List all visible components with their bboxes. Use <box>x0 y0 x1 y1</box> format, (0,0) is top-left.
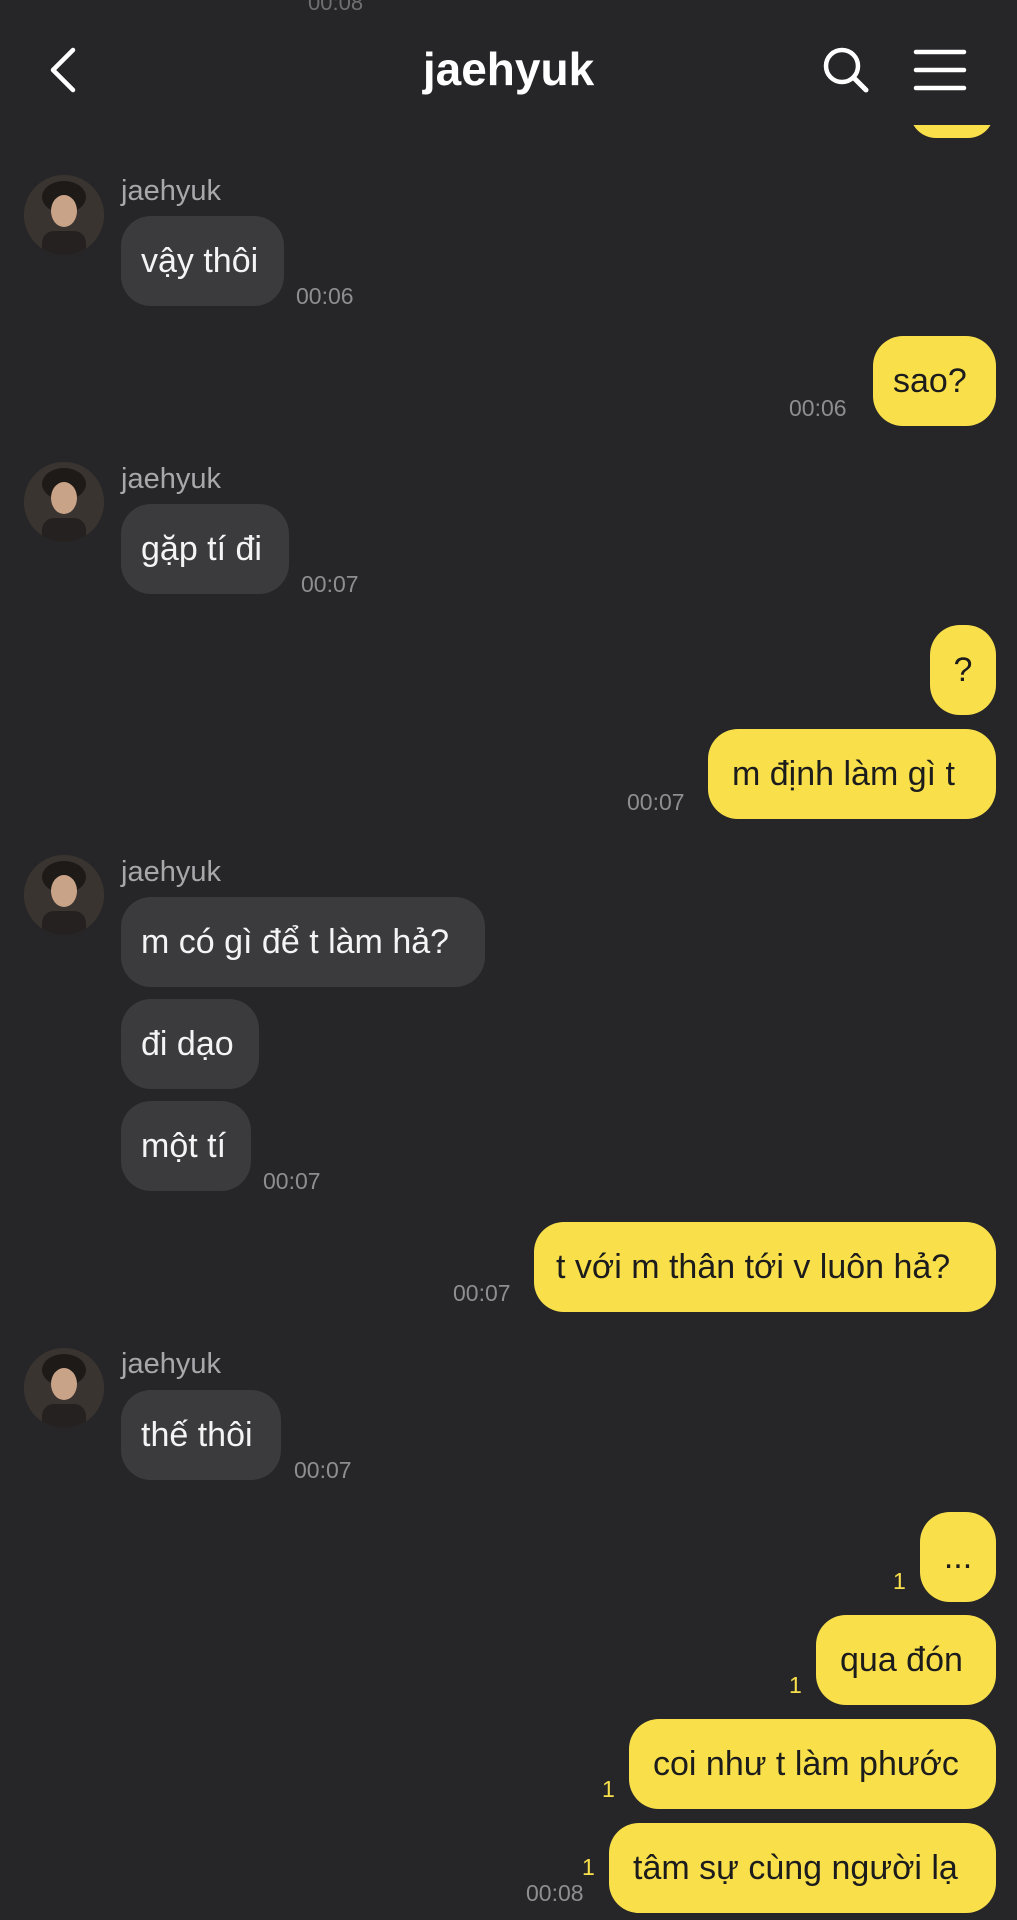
sender-name: jaehyuk <box>121 463 221 495</box>
profile-photo <box>24 175 104 255</box>
sender-name: jaehyuk <box>121 175 221 207</box>
profile-photo <box>24 855 104 935</box>
incoming-message-bubble[interactable]: một tí <box>121 1101 251 1191</box>
outgoing-message-bubble[interactable]: ... <box>920 1512 996 1602</box>
incoming-message-bubble[interactable]: vậy thôi <box>121 216 284 306</box>
chat-screen: 00:08 jaehyuk 00:06 <box>0 0 1017 1920</box>
message-timestamp: 00:07 <box>294 1457 352 1483</box>
avatar[interactable] <box>24 1348 104 1428</box>
incoming-message-bubble[interactable]: gặp tí đi <box>121 504 289 594</box>
profile-photo <box>24 462 104 542</box>
incoming-message-bubble[interactable]: m có gì để t làm hả? <box>121 897 485 987</box>
message-timestamp: 00:07 <box>263 1168 321 1194</box>
menu-button[interactable] <box>912 46 972 94</box>
outgoing-message-bubble[interactable]: coi như t làm phước <box>629 1719 996 1809</box>
avatar[interactable] <box>24 462 104 542</box>
message-timestamp: 00:07 <box>453 1280 511 1306</box>
message-timestamp: 00:07 <box>301 571 359 597</box>
unread-count: 1 <box>893 1568 906 1594</box>
outgoing-message-bubble[interactable]: qua đón <box>816 1615 996 1705</box>
message-timestamp: 00:06 <box>296 283 354 309</box>
outgoing-message-bubble[interactable]: ? <box>930 625 996 715</box>
incoming-message-bubble[interactable]: đi dạo <box>121 999 259 1089</box>
profile-photo <box>24 1348 104 1428</box>
message-timestamp: 00:08 <box>526 1880 584 1906</box>
hamburger-menu-icon <box>913 49 967 91</box>
outgoing-message-bubble[interactable]: t với m thân tới v luôn hả? <box>534 1222 996 1312</box>
top-partial-timestamp: 00:08 <box>308 0 364 15</box>
unread-count: 1 <box>602 1776 615 1802</box>
message-timestamp: 00:06 <box>789 395 847 421</box>
unread-count: 1 <box>582 1854 595 1880</box>
outgoing-message-bubble[interactable]: sao? <box>873 336 996 426</box>
message-timestamp: 00:07 <box>627 789 685 815</box>
unread-count: 1 <box>789 1672 802 1698</box>
avatar[interactable] <box>24 855 104 935</box>
search-icon <box>823 47 869 93</box>
outgoing-message-bubble[interactable]: m định làm gì t <box>708 729 996 819</box>
chat-header: 00:08 jaehyuk <box>0 0 1017 125</box>
sender-name: jaehyuk <box>121 1348 221 1380</box>
incoming-message-bubble[interactable]: thế thôi <box>121 1390 281 1480</box>
search-button[interactable] <box>820 44 872 96</box>
sender-name: jaehyuk <box>121 856 221 888</box>
outgoing-message-bubble[interactable]: tâm sự cùng người lạ <box>609 1823 996 1913</box>
avatar[interactable] <box>24 175 104 255</box>
